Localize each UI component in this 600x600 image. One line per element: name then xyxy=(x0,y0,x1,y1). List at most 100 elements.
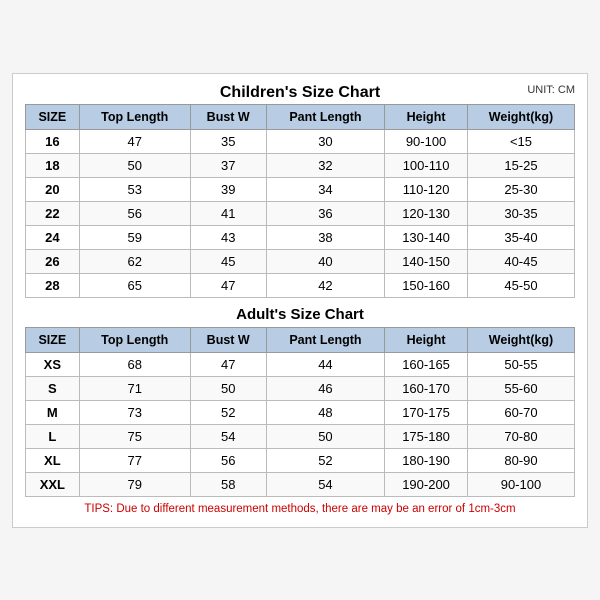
table-cell: 16 xyxy=(26,129,80,153)
table-cell: 52 xyxy=(190,400,266,424)
adult-col-header-weight: Weight(kg) xyxy=(467,327,574,352)
table-cell: 70-80 xyxy=(467,424,574,448)
table-cell: 58 xyxy=(190,472,266,496)
table-cell: 46 xyxy=(266,376,385,400)
children-size-table: SIZE Top Length Bust W Pant Length Heigh… xyxy=(25,104,575,298)
table-cell: 50-55 xyxy=(467,352,574,376)
children-chart-title: Children's Size Chart UNIT: CM xyxy=(25,84,575,102)
table-cell: 160-165 xyxy=(385,352,468,376)
table-cell: 43 xyxy=(190,225,266,249)
table-cell: 34 xyxy=(266,177,385,201)
table-cell: M xyxy=(26,400,80,424)
table-cell: 56 xyxy=(190,448,266,472)
table-cell: 42 xyxy=(266,273,385,297)
table-cell: 37 xyxy=(190,153,266,177)
table-cell: 56 xyxy=(79,201,190,225)
col-header-height: Height xyxy=(385,104,468,129)
table-cell: L xyxy=(26,424,80,448)
table-cell: 54 xyxy=(190,424,266,448)
table-row: S715046160-17055-60 xyxy=(26,376,575,400)
table-cell: 25-30 xyxy=(467,177,574,201)
table-cell: 62 xyxy=(79,249,190,273)
col-header-top-length: Top Length xyxy=(79,104,190,129)
adult-col-header-height: Height xyxy=(385,327,468,352)
table-cell: 28 xyxy=(26,273,80,297)
table-cell: 75 xyxy=(79,424,190,448)
table-cell: 30 xyxy=(266,129,385,153)
table-cell: 35 xyxy=(190,129,266,153)
table-cell: 160-170 xyxy=(385,376,468,400)
table-cell: 30-35 xyxy=(467,201,574,225)
table-row: 18503732100-11015-25 xyxy=(26,153,575,177)
table-cell: 47 xyxy=(79,129,190,153)
table-cell: 170-175 xyxy=(385,400,468,424)
table-row: 20533934110-12025-30 xyxy=(26,177,575,201)
table-cell: 90-100 xyxy=(467,472,574,496)
table-cell: 40-45 xyxy=(467,249,574,273)
table-cell: 120-130 xyxy=(385,201,468,225)
table-cell: 55-60 xyxy=(467,376,574,400)
children-header-row: SIZE Top Length Bust W Pant Length Heigh… xyxy=(26,104,575,129)
table-cell: S xyxy=(26,376,80,400)
table-cell: 24 xyxy=(26,225,80,249)
table-cell: 15-25 xyxy=(467,153,574,177)
table-cell: 52 xyxy=(266,448,385,472)
col-header-weight: Weight(kg) xyxy=(467,104,574,129)
table-cell: 22 xyxy=(26,201,80,225)
table-cell: 39 xyxy=(190,177,266,201)
table-cell: 54 xyxy=(266,472,385,496)
adult-size-table: SIZE Top Length Bust W Pant Length Heigh… xyxy=(25,327,575,497)
table-cell: 60-70 xyxy=(467,400,574,424)
table-cell: 53 xyxy=(79,177,190,201)
table-cell: 50 xyxy=(266,424,385,448)
tips-text: TIPS: Due to different measurement metho… xyxy=(25,503,575,515)
adult-col-header-pant-length: Pant Length xyxy=(266,327,385,352)
table-cell: 80-90 xyxy=(467,448,574,472)
table-row: L755450175-18070-80 xyxy=(26,424,575,448)
table-row: 1647353090-100<15 xyxy=(26,129,575,153)
col-header-pant-length: Pant Length xyxy=(266,104,385,129)
table-cell: 150-160 xyxy=(385,273,468,297)
table-cell: 59 xyxy=(79,225,190,249)
table-cell: 36 xyxy=(266,201,385,225)
adult-header-row: SIZE Top Length Bust W Pant Length Heigh… xyxy=(26,327,575,352)
table-row: 24594338130-14035-40 xyxy=(26,225,575,249)
children-title-text: Children's Size Chart xyxy=(220,84,380,101)
table-cell: 47 xyxy=(190,273,266,297)
table-row: M735248170-17560-70 xyxy=(26,400,575,424)
table-cell: XS xyxy=(26,352,80,376)
adult-title-text: Adult's Size Chart xyxy=(236,306,364,323)
adult-chart-title: Adult's Size Chart xyxy=(25,300,575,327)
table-row: XS684744160-16550-55 xyxy=(26,352,575,376)
table-cell: 32 xyxy=(266,153,385,177)
table-cell: 180-190 xyxy=(385,448,468,472)
table-cell: XXL xyxy=(26,472,80,496)
adult-col-header-top-length: Top Length xyxy=(79,327,190,352)
table-cell: 45 xyxy=(190,249,266,273)
table-row: XXL795854190-20090-100 xyxy=(26,472,575,496)
table-cell: 90-100 xyxy=(385,129,468,153)
table-cell: 35-40 xyxy=(467,225,574,249)
table-cell: 20 xyxy=(26,177,80,201)
table-cell: 26 xyxy=(26,249,80,273)
table-cell: 79 xyxy=(79,472,190,496)
col-header-size: SIZE xyxy=(26,104,80,129)
table-cell: 50 xyxy=(79,153,190,177)
table-row: 28654742150-16045-50 xyxy=(26,273,575,297)
table-cell: 175-180 xyxy=(385,424,468,448)
adult-col-header-size: SIZE xyxy=(26,327,80,352)
table-cell: 18 xyxy=(26,153,80,177)
table-cell: 40 xyxy=(266,249,385,273)
adult-col-header-bust-w: Bust W xyxy=(190,327,266,352)
unit-label: UNIT: CM xyxy=(527,84,575,96)
table-cell: 110-120 xyxy=(385,177,468,201)
table-cell: 100-110 xyxy=(385,153,468,177)
table-cell: 77 xyxy=(79,448,190,472)
table-cell: 44 xyxy=(266,352,385,376)
table-cell: 130-140 xyxy=(385,225,468,249)
table-cell: 45-50 xyxy=(467,273,574,297)
table-cell: 48 xyxy=(266,400,385,424)
table-cell: 41 xyxy=(190,201,266,225)
table-cell: <15 xyxy=(467,129,574,153)
chart-container: Children's Size Chart UNIT: CM SIZE Top … xyxy=(12,73,588,528)
